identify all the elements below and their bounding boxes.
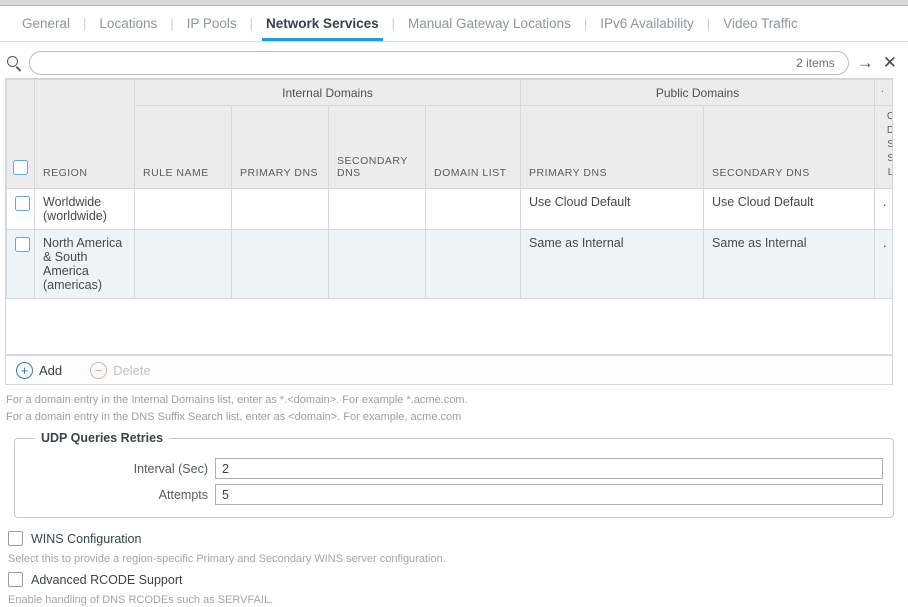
tab-ip-pools[interactable]: IP Pools xyxy=(183,16,241,41)
attempts-label: Attempts xyxy=(158,487,208,502)
select-all-checkbox[interactable] xyxy=(13,160,28,175)
col-header-public-primary-dns[interactable]: PRIMARY DNS xyxy=(520,105,705,189)
tab-locations[interactable]: Locations xyxy=(95,16,161,41)
internal-secondary-dns-cell xyxy=(328,188,426,230)
help-note-dns-suffix: For a domain entry in the DNS Suffix Sea… xyxy=(6,411,462,424)
search-input[interactable] xyxy=(29,50,849,75)
table-row[interactable]: Worldwide (worldwide) Use Cloud Default … xyxy=(6,188,892,230)
internal-primary-dns-cell xyxy=(231,188,329,230)
tab-separator: | xyxy=(583,16,588,31)
col-header-public-secondary-dns[interactable]: SECONDARY DNS xyxy=(703,105,876,189)
tab-ipv6-availability[interactable]: IPv6 Availability xyxy=(596,16,698,41)
public-secondary-dns-cell: Same as Internal xyxy=(703,229,876,299)
advanced-rcode-label[interactable]: Advanced RCODE Support xyxy=(31,573,182,587)
tab-manual-gateway-locations[interactable]: Manual Gateway Locations xyxy=(404,16,575,41)
group-header-truncated: . xyxy=(874,79,892,106)
item-count-badge: 2 items xyxy=(796,55,835,70)
delete-button[interactable]: − Delete xyxy=(90,361,151,379)
advanced-rcode-row: Advanced RCODE Support xyxy=(8,572,908,588)
col-header-region[interactable]: REGION xyxy=(34,79,135,189)
add-button-label: Add xyxy=(39,362,63,378)
col-header-truncated: C D S S L xyxy=(874,105,892,189)
interval-label: Interval (Sec) xyxy=(133,461,208,476)
rule-name-cell xyxy=(134,229,232,299)
tab-separator: | xyxy=(249,16,254,31)
col-header-domain-list[interactable]: DOMAIN LIST xyxy=(424,105,522,189)
wins-configuration-checkbox[interactable] xyxy=(8,531,23,547)
select-all-cell xyxy=(6,79,35,189)
wins-configuration-help: Select this to provide a region-specific… xyxy=(8,553,446,566)
add-icon: + xyxy=(16,361,33,379)
help-notes: For a domain entry in the Internal Domai… xyxy=(6,392,908,426)
tab-separator: | xyxy=(170,16,174,31)
domain-list-cell xyxy=(424,188,522,230)
help-note-internal-domains: For a domain entry in the Internal Domai… xyxy=(6,394,468,406)
public-primary-dns-cell: Use Cloud Default xyxy=(520,188,705,230)
region-cell: Worldwide (worldwide) xyxy=(34,188,135,230)
table-empty-area xyxy=(6,298,892,355)
advanced-rcode-help: Enable handling of DNS RCODEs such as SE… xyxy=(8,594,274,607)
group-header-internal-domains: Internal Domains xyxy=(133,79,522,106)
row-checkbox[interactable] xyxy=(15,237,30,252)
table-toolbar: + Add − Delete xyxy=(6,355,892,384)
group-header-public-domains: Public Domains xyxy=(520,79,876,106)
table-row[interactable]: North America & South America (americas)… xyxy=(6,229,892,299)
add-button[interactable]: + Add xyxy=(16,361,63,379)
wins-configuration-row: WINS Configuration xyxy=(8,531,908,547)
internal-primary-dns-cell xyxy=(231,229,329,299)
search-icon xyxy=(6,55,22,71)
tab-separator: | xyxy=(83,16,87,31)
interval-field[interactable] xyxy=(215,458,883,480)
truncated-cell: . xyxy=(874,229,892,299)
tab-network-services[interactable]: Network Services xyxy=(262,16,383,41)
region-cell: North America & South America (americas) xyxy=(34,229,135,299)
delete-icon: − xyxy=(90,361,108,379)
arrow-right-icon[interactable]: → xyxy=(856,54,875,71)
tab-bar: General | Locations | IP Pools | Network… xyxy=(0,6,908,42)
row-checkbox-cell xyxy=(6,188,35,230)
network-services-table: REGION Internal Domains Public Domains .… xyxy=(5,78,893,385)
tab-separator: | xyxy=(706,16,711,31)
col-header-internal-secondary-dns[interactable]: SECONDARY DNS xyxy=(328,105,426,189)
internal-secondary-dns-cell xyxy=(328,229,426,299)
row-checkbox[interactable] xyxy=(15,196,30,211)
close-icon[interactable]: ✕ xyxy=(882,54,898,71)
tab-separator: | xyxy=(391,16,395,31)
public-secondary-dns-cell: Use Cloud Default xyxy=(703,188,876,230)
col-header-rule-name[interactable]: RULE NAME xyxy=(134,105,232,189)
udp-queries-retries-legend: UDP Queries Retries xyxy=(41,431,164,446)
row-checkbox-cell xyxy=(6,229,35,299)
tab-video-traffic[interactable]: Video Traffic xyxy=(719,16,802,41)
delete-button-label: Delete xyxy=(113,362,151,378)
domain-list-cell xyxy=(424,229,522,299)
tab-general[interactable]: General xyxy=(18,16,74,41)
rule-name-cell xyxy=(134,188,232,230)
search-bar: 2 items → ✕ xyxy=(6,49,898,76)
col-header-internal-primary-dns[interactable]: PRIMARY DNS xyxy=(231,105,329,189)
public-primary-dns-cell: Same as Internal xyxy=(520,229,705,299)
truncated-cell: . xyxy=(874,188,892,230)
udp-queries-retries-section: UDP Queries Retries Interval (Sec) Attem… xyxy=(14,431,894,519)
advanced-rcode-checkbox[interactable] xyxy=(8,572,23,588)
attempts-field[interactable] xyxy=(215,484,883,506)
wins-configuration-label[interactable]: WINS Configuration xyxy=(31,532,141,546)
